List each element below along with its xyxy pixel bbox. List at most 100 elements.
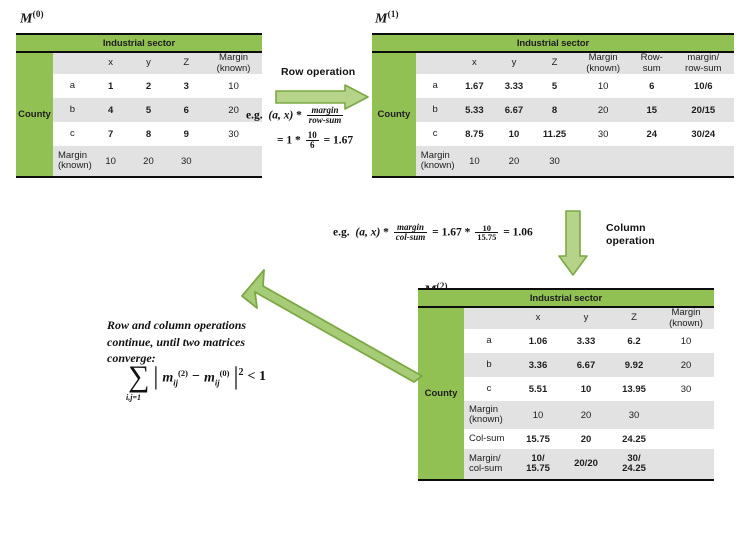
cell: 20 (580, 433, 592, 445)
cell: 20 (597, 104, 609, 116)
cell: 30 (228, 128, 239, 140)
cell: 30 (597, 128, 609, 140)
column-operation-caption: Column operation (606, 222, 655, 248)
row-label: Margin (known) (420, 149, 455, 172)
cell: 8 (145, 128, 152, 140)
cell: 11.25 (542, 128, 567, 140)
row-operation-formula: e.g. (a, x) * margin row-sum (246, 105, 344, 126)
sector-header-m0: Industrial sector (16, 34, 262, 53)
cell: 10 (469, 155, 480, 167)
cell: 1 (108, 80, 114, 92)
cell: 3.33 (504, 80, 524, 92)
cell: 20 (508, 155, 520, 167)
table-row: b 4 5 6 20 (16, 98, 262, 123)
row-label: a (432, 79, 438, 91)
matrix-label-m1: M(1) (375, 9, 399, 27)
table-row: County x y Z Margin (known) Row- sum mar… (372, 52, 734, 178)
column-header: Margin (known) (575, 52, 631, 75)
row-operation-caption: Row operation (281, 66, 356, 78)
column-header: y (129, 52, 168, 75)
table-row: Margin (known) 10 20 30 (16, 146, 262, 178)
cell (205, 146, 262, 177)
cell: 2 (145, 80, 152, 92)
column-header: x (514, 307, 562, 330)
term-m2: mij(2) (162, 367, 188, 388)
cell: 3 (183, 80, 189, 92)
column-header: Margin (known) (658, 307, 714, 330)
table-row: Industrial sector (418, 289, 714, 308)
diagram-canvas: M(0) Industrial sector County x y Z Marg… (0, 0, 750, 538)
cell: 10 (228, 80, 239, 92)
matrix-table-m2: Industrial sector County x y Z Margin (k… (418, 288, 714, 482)
convergence-formula: ∑ i,j=1 | mij(2) − mij(0) |2 < 1 (126, 360, 266, 402)
cell: 5.51 (528, 383, 548, 395)
row-label: c (69, 127, 75, 139)
cell: 20/20 (574, 457, 598, 469)
table-row: Industrial sector (16, 34, 262, 53)
cell: 10/ 15.75 (526, 452, 550, 475)
row-label: b (486, 358, 492, 370)
column-operation-arrow (558, 210, 588, 281)
row-label: Col-sum (469, 432, 505, 444)
cell: 6 (649, 80, 655, 92)
cell: 15 (646, 104, 658, 116)
column-header: Z (533, 52, 576, 75)
row-label: Margin/ col-sum (469, 452, 503, 475)
row-label: Margin (known) (469, 403, 503, 426)
cell: 10 (508, 128, 520, 140)
cell: 10 (680, 335, 692, 347)
matrix-table-m0: Industrial sector County x y Z Margin (k… (16, 33, 262, 179)
sigma-icon: ∑ i,j=1 (126, 360, 150, 402)
term-m0: mij(0) (203, 367, 230, 388)
cell: 20 (143, 155, 154, 167)
cell: 30 (680, 383, 692, 395)
row-label: a (69, 79, 76, 91)
column-operation-formula: e.g. (a, x) * margin col-sum = 1.67 * 10… (333, 222, 533, 243)
cell: 30 (180, 155, 192, 167)
cell: 6.2 (627, 335, 641, 347)
column-header (52, 52, 92, 75)
row-formula-frac-bottom: row-sum (308, 115, 342, 126)
table-row: County x y Z Margin (known) (16, 52, 262, 178)
row-group-label-m0: County (16, 52, 53, 178)
cell (658, 449, 714, 480)
column-header: y (494, 52, 534, 75)
cell: 20 (580, 409, 592, 421)
row-group-label-m1: County (372, 52, 416, 178)
cell: 8 (551, 104, 558, 116)
cell: 20/15 (691, 104, 716, 116)
row-label: a (486, 334, 492, 346)
cell: 24.25 (622, 433, 646, 445)
cell: 24 (646, 128, 658, 140)
cell: 1.67 (465, 80, 484, 92)
cell: 30 (628, 409, 640, 421)
cell: 30/ 24.25 (622, 452, 646, 475)
cell: 6.67 (504, 104, 524, 116)
column-header: Margin (known) (205, 52, 262, 75)
column-header: Row- sum (630, 52, 673, 75)
cell: 30/24 (691, 128, 716, 140)
cell: 9.92 (624, 359, 644, 371)
cell (658, 401, 714, 429)
cell: 5 (551, 80, 558, 92)
exponent: 2 (238, 366, 244, 378)
table-row: a 1.67 3.33 5 10 6 10/6 (372, 74, 734, 99)
comparison: < 1 (247, 369, 266, 385)
table-row: County x y Z Margin (known) (418, 307, 714, 481)
minus-sign: − (191, 369, 200, 385)
cell: 10/6 (694, 80, 713, 92)
sector-header-m1: Industrial sector (372, 34, 734, 53)
cell: 10 (597, 80, 609, 92)
abs-bar-left: | (153, 363, 159, 391)
cell: 6 (183, 104, 189, 116)
table-row: c 8.75 10 11.25 30 24 30/24 (372, 122, 734, 147)
cell: 1.06 (528, 335, 548, 347)
cell: 10 (532, 409, 544, 421)
column-header (464, 307, 514, 330)
column-header: Z (167, 52, 206, 75)
table-row: Industrial sector (372, 34, 734, 53)
row-label: c (486, 382, 492, 394)
cell: 7 (108, 128, 114, 140)
cell: 10 (105, 155, 116, 167)
col-formula-frac-bottom: col-sum (395, 232, 426, 243)
